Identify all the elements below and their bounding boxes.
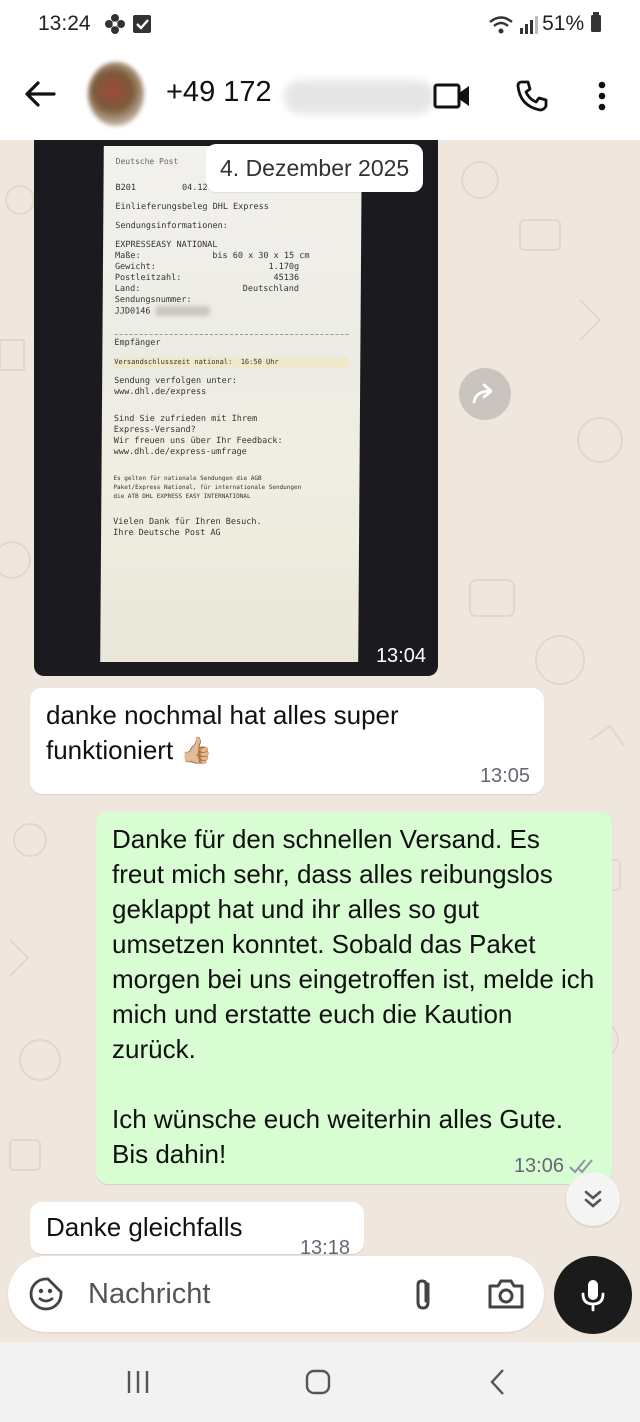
redacted-tracking — [155, 306, 210, 316]
recent-apps-button[interactable] — [116, 1362, 160, 1402]
receipt-photo: Deutsche Post B201 04.12.2025 12:02 Einl… — [100, 146, 362, 662]
redacted-number — [284, 80, 434, 114]
message-time: 13:18 — [299, 1237, 350, 1259]
forward-button[interactable] — [459, 368, 511, 420]
status-bar: 13:24 51% — [0, 0, 640, 50]
home-button[interactable] — [296, 1362, 340, 1402]
message-bubble-incoming[interactable]: danke nochmal hat alles super funktionie… — [30, 688, 544, 794]
camera-icon[interactable] — [486, 1276, 526, 1312]
check-box-icon — [133, 15, 151, 33]
date-chip: 4. Dezember 2025 — [206, 144, 424, 192]
more-options-icon — [598, 81, 606, 111]
receipt-line: Es gelten für nationale Sendungen die AG… — [113, 474, 262, 482]
message-text: Danke gleichfalls — [46, 1212, 243, 1242]
voice-message-button[interactable] — [554, 1256, 632, 1334]
receipt-line: Wir freuen uns über Ihr Feedback: — [113, 435, 283, 446]
receipt-line: Sendung verfolgen unter: — [114, 375, 238, 386]
sticker-icon[interactable] — [28, 1276, 64, 1312]
forward-icon — [472, 383, 493, 404]
message-text: Danke für den schnellen Versand. Es freu… — [112, 824, 595, 1169]
message-time: 13:05 — [479, 765, 530, 787]
chat-area[interactable]: Deutsche Post B201 04.12.2025 12:02 Einl… — [0, 140, 640, 1340]
receipt-line: www.dhl.de/express-umfrage — [113, 446, 247, 457]
receipt-line: Empfänger — [114, 333, 349, 349]
video-call-icon — [433, 83, 469, 109]
message-bubble-incoming[interactable]: Danke gleichfalls 13:18 — [30, 1202, 364, 1258]
message-bubble-outgoing[interactable]: Danke für den schnellen Versand. Es freu… — [96, 812, 612, 1184]
attach-icon[interactable] — [406, 1276, 442, 1312]
receipt-line: Sind Sie zufrieden mit Ihrem — [113, 413, 258, 424]
receipt-line: Versandschlusszeit national: 16:50 Uhr — [114, 356, 349, 368]
contact-name[interactable]: +49 172 — [166, 76, 272, 109]
more-options-button[interactable] — [582, 76, 622, 116]
receipt-line: die ATB DHL EXPRESS EASY INTERNATIONAL — [113, 492, 251, 500]
receipt-line: Sendungsinformationen: — [115, 221, 228, 231]
message-text: danke nochmal hat alles super funktionie… — [46, 700, 399, 765]
recent-apps-icon — [127, 1371, 149, 1393]
signal-icon — [520, 16, 538, 34]
back-icon — [490, 1369, 504, 1395]
system-navigation-bar — [0, 1342, 640, 1422]
home-icon — [305, 1369, 331, 1395]
mic-icon — [581, 1280, 605, 1312]
battery-icon — [591, 12, 601, 32]
video-call-button[interactable] — [432, 76, 472, 116]
avatar[interactable] — [88, 62, 144, 126]
voice-call-button[interactable] — [512, 76, 552, 116]
system-back-button[interactable] — [476, 1362, 520, 1402]
receipt-line: Postleitzahl: 45136 — [114, 273, 300, 283]
receipt-line: JJD0146 — [114, 306, 151, 317]
receipt-line: Einlieferungsbeleg DHL Express — [115, 202, 269, 212]
receipt-line: Paket/Express National, für internationa… — [113, 483, 302, 491]
flower-icon — [105, 14, 125, 34]
receipt-line: EXPRESSEASY NATIONAL — [115, 240, 218, 250]
receipt-line: Ihre Deutsche Post AG — [113, 527, 221, 538]
scroll-to-bottom-button[interactable] — [566, 1172, 620, 1226]
back-arrow-icon[interactable] — [22, 76, 58, 112]
message-input[interactable]: Nachricht — [88, 1278, 211, 1311]
voice-call-icon — [516, 80, 548, 112]
chat-header: +49 172 — [0, 50, 640, 140]
receipt-line: Land: Deutschland — [114, 284, 300, 294]
battery-level: 51% — [542, 12, 585, 35]
receipt-line: www.dhl.de/express — [114, 386, 207, 397]
receipt-line: Vielen Dank für Ihren Besuch. — [113, 516, 262, 527]
message-time: 13:06 — [513, 1155, 564, 1177]
message-composer: Nachricht — [8, 1256, 544, 1332]
image-message[interactable]: Deutsche Post B201 04.12.2025 12:02 Einl… — [34, 140, 438, 676]
receipt-line: Gewicht: 1.170g — [114, 262, 300, 272]
receipt-line: Express-Versand? — [113, 424, 196, 435]
receipt-line: Maße: bis 60 x 30 x 15 cm — [114, 251, 310, 261]
wifi-icon — [489, 16, 513, 34]
status-time: 13:24 — [38, 12, 91, 35]
double-chevron-down-icon — [584, 1190, 602, 1208]
message-time: 13:04 — [375, 645, 426, 667]
receipt-line: Sendungsnummer: — [114, 295, 192, 305]
